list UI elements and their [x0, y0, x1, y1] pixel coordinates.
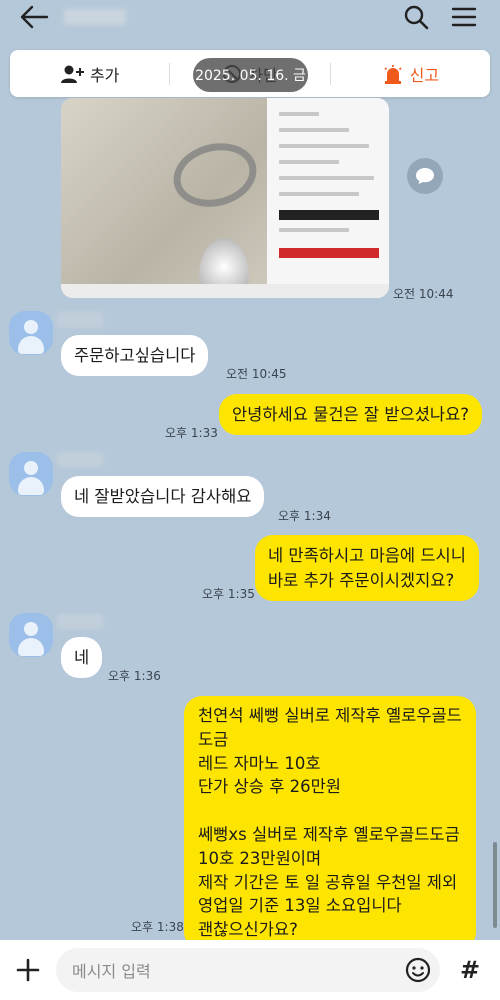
chat-title-redacted — [64, 9, 126, 25]
add-friend-label: 추가 — [89, 65, 120, 85]
sender-name-redacted — [57, 452, 103, 467]
avatar[interactable] — [9, 452, 53, 496]
menu-icon[interactable] — [450, 4, 478, 30]
message-time: 오전 10:45 — [226, 367, 287, 381]
shared-photo[interactable] — [61, 98, 389, 298]
message-time: 오후 1:38 — [131, 920, 184, 934]
speech-bubble-icon — [416, 168, 434, 184]
message-time: 오후 1:35 — [202, 587, 255, 601]
message-bubble-sent[interactable]: 안녕하세요 물건은 잘 받으셨나요? — [219, 394, 483, 435]
emoji-icon[interactable] — [404, 956, 432, 984]
add-friend-button[interactable]: 추가 — [10, 50, 169, 97]
chat-header — [0, 0, 500, 34]
message-time: 오전 10:44 — [393, 287, 454, 301]
message-bubble-received[interactable]: 네 — [61, 637, 103, 678]
siren-icon — [384, 64, 402, 84]
avatar[interactable] — [9, 613, 53, 657]
message-input[interactable]: 메시지 입력 — [56, 948, 440, 992]
report-label: 신고 — [409, 65, 440, 85]
message-time: 오후 1:34 — [278, 509, 331, 523]
message-bubble-sent[interactable]: 천연석 쎄뻥 실버로 제작후 옐로우골드 도금 레드 자마노 10호 단가 상승… — [184, 696, 476, 950]
report-button[interactable]: 신고 — [331, 50, 490, 97]
message-bubble-received[interactable]: 주문하고싶습니다 — [61, 335, 209, 376]
date-divider: 2025. 05. 16. 금 — [193, 58, 308, 92]
share-button[interactable] — [407, 158, 443, 194]
search-icon[interactable] — [402, 3, 430, 31]
message-time: 오후 1:36 — [108, 669, 161, 683]
avatar[interactable] — [9, 311, 53, 355]
back-arrow-icon[interactable] — [18, 4, 50, 30]
message-bubble-sent[interactable]: 네 만족하시고 마음에 드시니 바로 추가 주문이시겠지요? — [255, 535, 479, 601]
hashtag-search-button[interactable]: # — [454, 952, 486, 988]
plus-icon[interactable] — [12, 954, 44, 986]
message-composer: 메시지 입력 # — [0, 940, 500, 1000]
photo-bottom-bar — [61, 284, 389, 298]
sender-name-redacted — [57, 614, 103, 629]
add-person-icon — [60, 65, 84, 83]
scrollbar[interactable] — [493, 842, 497, 928]
photo-product-page — [267, 98, 389, 298]
message-bubble-received[interactable]: 네 잘받았습니다 감사해요 — [61, 476, 265, 517]
message-time: 오후 1:33 — [165, 426, 218, 440]
sender-name-redacted — [57, 312, 103, 327]
